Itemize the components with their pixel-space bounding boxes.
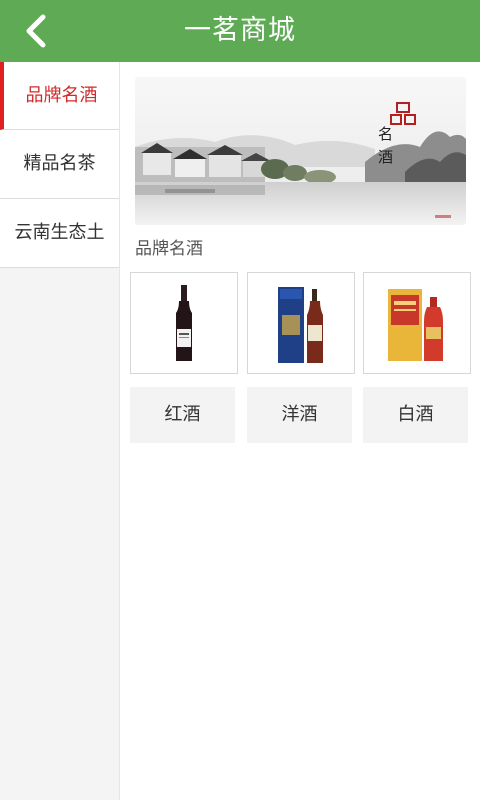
liquor-bottle-icon bbox=[278, 287, 323, 363]
page-title: 一茗商城 bbox=[184, 15, 296, 46]
promo-banner[interactable]: 名 酒 bbox=[135, 77, 466, 225]
sidebar-item-fine-tea[interactable]: 精品名茶 bbox=[0, 130, 119, 199]
product-foreign-liquor[interactable] bbox=[247, 272, 355, 374]
banner-landscape-image: 名 酒 bbox=[135, 77, 466, 225]
wine-bottle-icon bbox=[176, 285, 192, 361]
section-title: 品牌名酒 bbox=[135, 239, 203, 259]
product-baijiu[interactable] bbox=[363, 272, 471, 374]
calligraphy-char-2: 酒 bbox=[378, 148, 393, 166]
calligraphy-char-1: 名 bbox=[378, 125, 393, 143]
svg-text:酒: 酒 bbox=[378, 148, 393, 166]
top-app-bar: 一茗商城 bbox=[0, 0, 480, 62]
subcategory-row: 红酒 洋酒 白酒 bbox=[130, 387, 470, 443]
main-content: 名 酒 品牌名酒 红酒 洋酒 白酒 bbox=[120, 62, 480, 800]
svg-text:名: 名 bbox=[378, 125, 393, 143]
sidebar-item-label: 云南生态土 bbox=[14, 222, 105, 243]
category-baijiu-button[interactable]: 白酒 bbox=[363, 387, 468, 443]
category-sidebar: 品牌名酒 精品名茶 云南生态土 bbox=[0, 62, 120, 800]
product-red-wine[interactable] bbox=[130, 272, 238, 374]
product-image-row bbox=[130, 272, 471, 374]
sidebar-item-yunnan-eco[interactable]: 云南生态土 bbox=[0, 199, 119, 268]
baijiu-bottle-icon bbox=[388, 289, 443, 361]
category-red-wine-button[interactable]: 红酒 bbox=[130, 387, 235, 443]
category-foreign-liquor-button[interactable]: 洋酒 bbox=[247, 387, 352, 443]
app-root: 一茗商城 品牌名酒 精品名茶 云南生态土 名 酒 品牌名酒 红酒 洋酒 白酒 bbox=[0, 0, 480, 800]
sidebar-item-brand-wine[interactable]: 品牌名酒 bbox=[0, 62, 119, 130]
sidebar-item-label: 精品名茶 bbox=[23, 153, 96, 174]
sidebar-item-label: 品牌名酒 bbox=[25, 85, 98, 106]
